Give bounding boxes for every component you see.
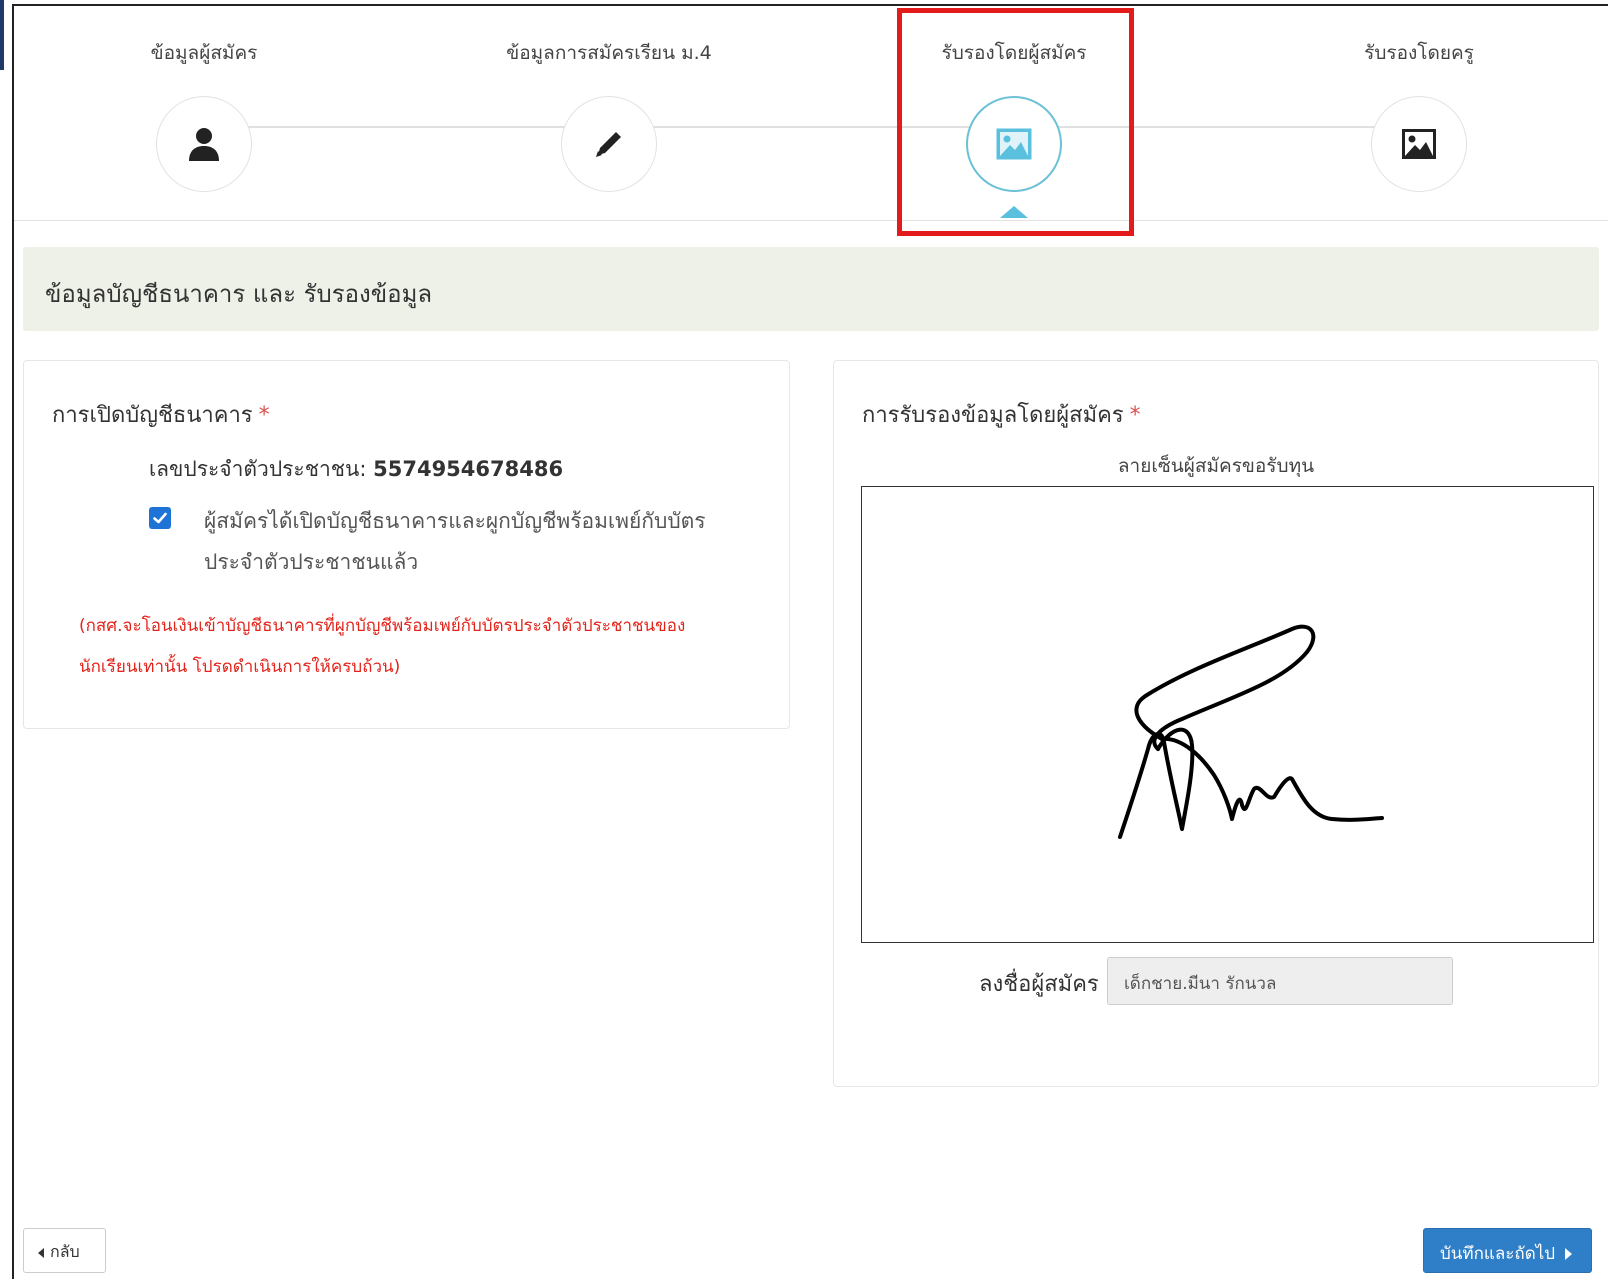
bank-panel-title: การเปิดบัญชีธนาคาร * <box>52 397 270 432</box>
active-step-highlight <box>897 8 1134 236</box>
signer-name-field[interactable]: เด็กชาย.มีนา รักนวล <box>1107 957 1453 1005</box>
bank-opened-checkbox-label[interactable]: ผู้สมัครได้เปิดบัญชีธนาคารและผูกบัญชีพร้… <box>204 501 724 583</box>
step-enrollment-info[interactable]: ข้อมูลการสมัครเรียน ม.4 <box>459 6 759 192</box>
citizen-id-line: เลขประจำตัวประชาชน: 5574954678486 <box>149 453 563 486</box>
signer-name-label: ลงชื่อผู้สมัคร <box>979 972 1099 997</box>
required-mark: * <box>1129 403 1141 428</box>
applicant-certify-panel: การรับรองข้อมูลโดยผู้สมัคร * ลายเซ็นผู้สม… <box>833 360 1599 1087</box>
checkmark-icon <box>153 512 167 524</box>
back-button[interactable]: กลับ <box>23 1228 106 1273</box>
signature-drawing <box>1118 624 1384 839</box>
step-circle[interactable] <box>561 96 657 192</box>
bank-title-text: การเปิดบัญชีธนาคาร <box>52 403 253 428</box>
caret-left-icon <box>38 1247 44 1258</box>
bank-account-panel: การเปิดบัญชีธนาคาร * เลขประจำตัวประชาชน: … <box>23 360 790 729</box>
step-circle[interactable] <box>1371 96 1467 192</box>
step-teacher-certify[interactable]: รับรองโดยครู <box>1269 6 1569 192</box>
certify-panel-title: การรับรองข้อมูลโดยผู้สมัคร * <box>862 397 1141 432</box>
bank-opened-checkbox[interactable] <box>149 507 171 529</box>
step-label: ข้อมูลผู้สมัคร <box>150 42 258 64</box>
citizen-id-label: เลขประจำตัวประชาชน: <box>149 457 367 481</box>
signature-caption: ลายเซ็นผู้สมัครขอรับทุน <box>1117 455 1315 477</box>
back-button-label: กลับ <box>50 1242 80 1261</box>
step-label: ข้อมูลการสมัครเรียน ม.4 <box>506 42 712 64</box>
section-header: ข้อมูลบัญชีธนาคาร และ รับรองข้อมูล <box>23 247 1599 331</box>
save-and-next-button[interactable]: บันทึกและถัดไป <box>1423 1228 1592 1273</box>
citizen-id-value: 5574954678486 <box>373 457 564 481</box>
step-label: รับรองโดยครู <box>1364 42 1474 64</box>
certify-title-text: การรับรองข้อมูลโดยผู้สมัคร <box>862 403 1124 428</box>
image-icon <box>1402 129 1436 159</box>
step-connector-line <box>204 126 1434 128</box>
transfer-warning-text: (กสศ.จะโอนเงินเข้าบัญชีธนาคารที่ผูกบัญชี… <box>79 616 686 677</box>
step-circle[interactable] <box>156 96 252 192</box>
left-edge-marker <box>0 0 4 70</box>
wizard-steps: ข้อมูลผู้สมัคร ข้อมูลการสมัครเรียน ม.4 ร… <box>14 6 1608 221</box>
required-mark: * <box>258 403 270 428</box>
user-icon <box>189 128 219 161</box>
step-applicant-info[interactable]: ข้อมูลผู้สมัคร <box>54 6 354 192</box>
signature-pad[interactable] <box>861 486 1594 943</box>
caret-right-icon <box>1565 1248 1573 1260</box>
next-button-label: บันทึกและถัดไป <box>1440 1244 1556 1264</box>
pencil-icon <box>596 132 621 157</box>
